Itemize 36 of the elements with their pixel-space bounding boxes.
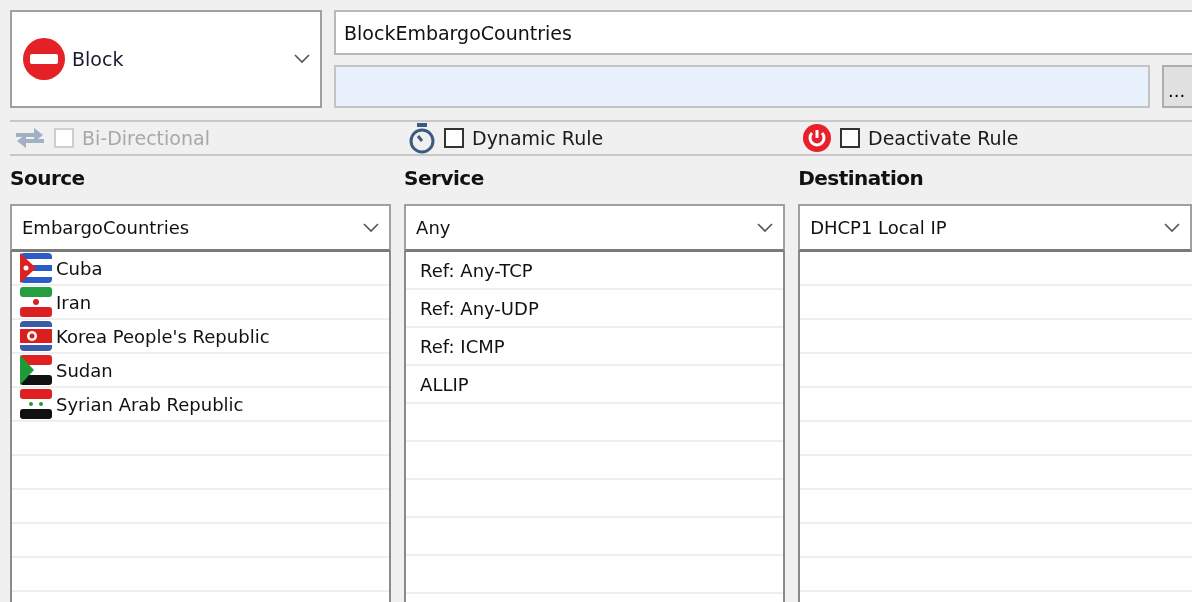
flag-icon [20,389,52,419]
chevron-down-icon [294,54,310,64]
column-heading: Service [404,166,485,192]
no-entry-icon [22,37,66,81]
chevron-down-icon [363,222,380,233]
list-item[interactable]: Ref: ICMP [420,335,505,357]
action-dropdown[interactable]: Block [10,10,322,108]
list-item[interactable]: Korea People's Republic [56,325,270,347]
flag-icon [20,287,52,317]
swap-arrows-icon [14,125,46,151]
chevron-down-icon [757,222,774,233]
power-icon [802,123,832,153]
option-label: Bi-Directional [82,127,210,149]
list-item[interactable]: Syrian Arab Republic [56,393,244,415]
checkbox[interactable] [444,128,464,148]
list-item[interactable]: Ref: Any-UDP [420,297,539,319]
list-item[interactable]: Sudan [56,359,113,381]
flag-icon [20,321,52,351]
chevron-down-icon [1164,222,1180,233]
option-label: Dynamic Rule [472,127,604,149]
column-heading: Destination [798,166,925,192]
comment-field[interactable] [334,65,1150,108]
stopwatch-icon [408,122,436,154]
column-dropdown[interactable]: DHCP1 Local IP [798,204,1192,252]
column-dropdown[interactable]: EmbargoCountries [10,204,392,252]
column-dropdown[interactable]: Any [404,204,786,252]
flag-icon [20,355,52,385]
list-item[interactable]: Cuba [56,257,103,279]
list-item[interactable]: Iran [56,291,92,313]
option-label: Deactivate Rule [868,127,1019,149]
column-heading: Source [10,166,86,192]
browse-button[interactable]: ... [1162,65,1192,108]
rule-name-field[interactable]: BlockEmbargoCountries [334,10,1192,55]
list-item[interactable]: Ref: Any-TCP [420,259,533,281]
list-item[interactable]: ALLIP [420,373,469,395]
checkbox[interactable] [840,128,860,148]
